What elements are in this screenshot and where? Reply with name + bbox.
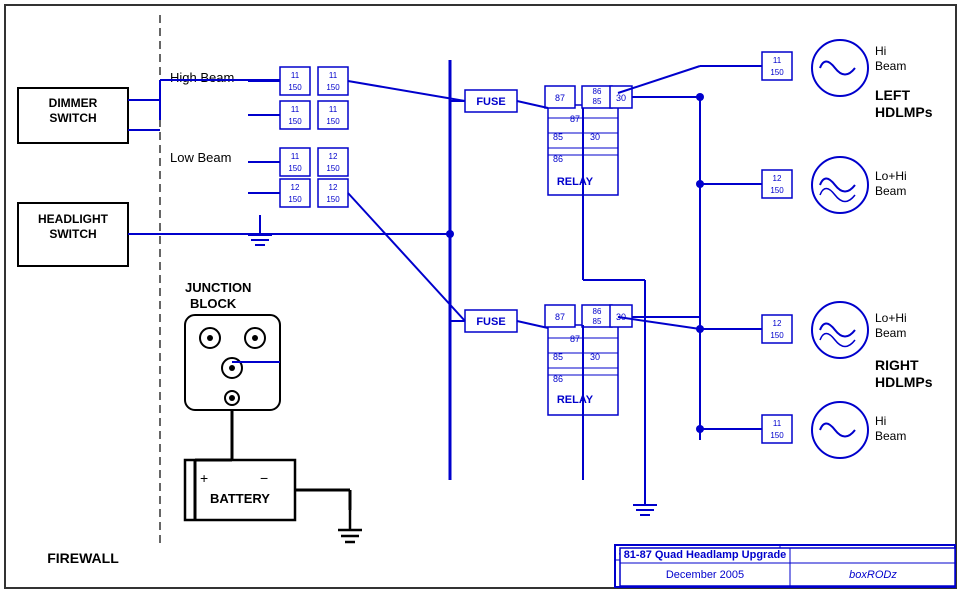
svg-text:DIMMER: DIMMER [49,96,98,110]
svg-text:11: 11 [291,71,300,80]
diagram-container: FIREWALL DIMMER SWITCH HEADLIGHT SWITCH … [0,0,961,593]
svg-text:FUSE: FUSE [476,96,505,108]
svg-text:RIGHT: RIGHT [875,357,919,373]
svg-text:11: 11 [329,105,338,114]
svg-text:FUSE: FUSE [476,316,505,328]
svg-text:RELAY: RELAY [557,176,594,188]
svg-text:Beam: Beam [875,184,906,198]
svg-text:85: 85 [593,317,602,326]
svg-text:30: 30 [616,93,626,103]
svg-text:Beam: Beam [875,326,906,340]
svg-text:Hi: Hi [875,414,886,428]
svg-text:150: 150 [770,68,784,77]
svg-text:150: 150 [326,83,340,92]
svg-text:Hi: Hi [875,44,886,58]
svg-text:81-87 Quad Headlamp Upgrade: 81-87 Quad Headlamp Upgrade [624,549,787,561]
svg-text:86: 86 [593,307,602,316]
svg-text:HDLMPs: HDLMPs [875,104,933,120]
svg-text:150: 150 [770,331,784,340]
svg-text:150: 150 [326,195,340,204]
svg-text:150: 150 [326,164,340,173]
svg-text:FIREWALL: FIREWALL [47,550,119,566]
svg-text:+: + [200,470,208,486]
svg-text:Lo+Hi: Lo+Hi [875,311,907,325]
svg-text:RELAY: RELAY [557,394,594,406]
svg-text:Lo+Hi: Lo+Hi [875,169,907,183]
svg-text:11: 11 [291,152,300,161]
svg-text:12: 12 [291,183,300,192]
svg-text:87: 87 [555,93,565,103]
svg-text:SWITCH: SWITCH [49,111,96,125]
svg-text:Low Beam: Low Beam [170,150,231,165]
svg-text:87: 87 [555,312,565,322]
svg-text:150: 150 [288,117,302,126]
svg-text:SWITCH: SWITCH [49,227,96,241]
svg-text:BATTERY: BATTERY [210,491,270,506]
svg-text:150: 150 [288,83,302,92]
svg-text:150: 150 [326,117,340,126]
svg-text:12: 12 [773,319,782,328]
svg-text:12: 12 [773,174,782,183]
svg-text:87: 87 [570,114,580,124]
svg-text:12: 12 [329,152,338,161]
svg-text:11: 11 [773,419,782,428]
svg-text:11: 11 [773,56,782,65]
svg-text:150: 150 [288,195,302,204]
svg-text:HDLMPs: HDLMPs [875,374,933,390]
svg-text:High Beam: High Beam [170,70,234,85]
svg-text:12: 12 [329,183,338,192]
svg-text:December 2005: December 2005 [666,569,744,581]
svg-text:Beam: Beam [875,429,906,443]
svg-text:JUNCTION: JUNCTION [185,280,251,295]
svg-text:150: 150 [770,186,784,195]
svg-text:LEFT: LEFT [875,87,910,103]
svg-text:BLOCK: BLOCK [190,296,237,311]
svg-text:Beam: Beam [875,59,906,73]
svg-text:85: 85 [593,97,602,106]
svg-text:86: 86 [593,87,602,96]
svg-text:11: 11 [329,71,338,80]
svg-text:HEADLIGHT: HEADLIGHT [38,212,109,226]
svg-text:11: 11 [291,105,300,114]
svg-text:boxRODz: boxRODz [849,569,897,581]
svg-text:87: 87 [570,334,580,344]
svg-text:−: − [260,470,268,486]
svg-text:150: 150 [770,431,784,440]
svg-text:150: 150 [288,164,302,173]
